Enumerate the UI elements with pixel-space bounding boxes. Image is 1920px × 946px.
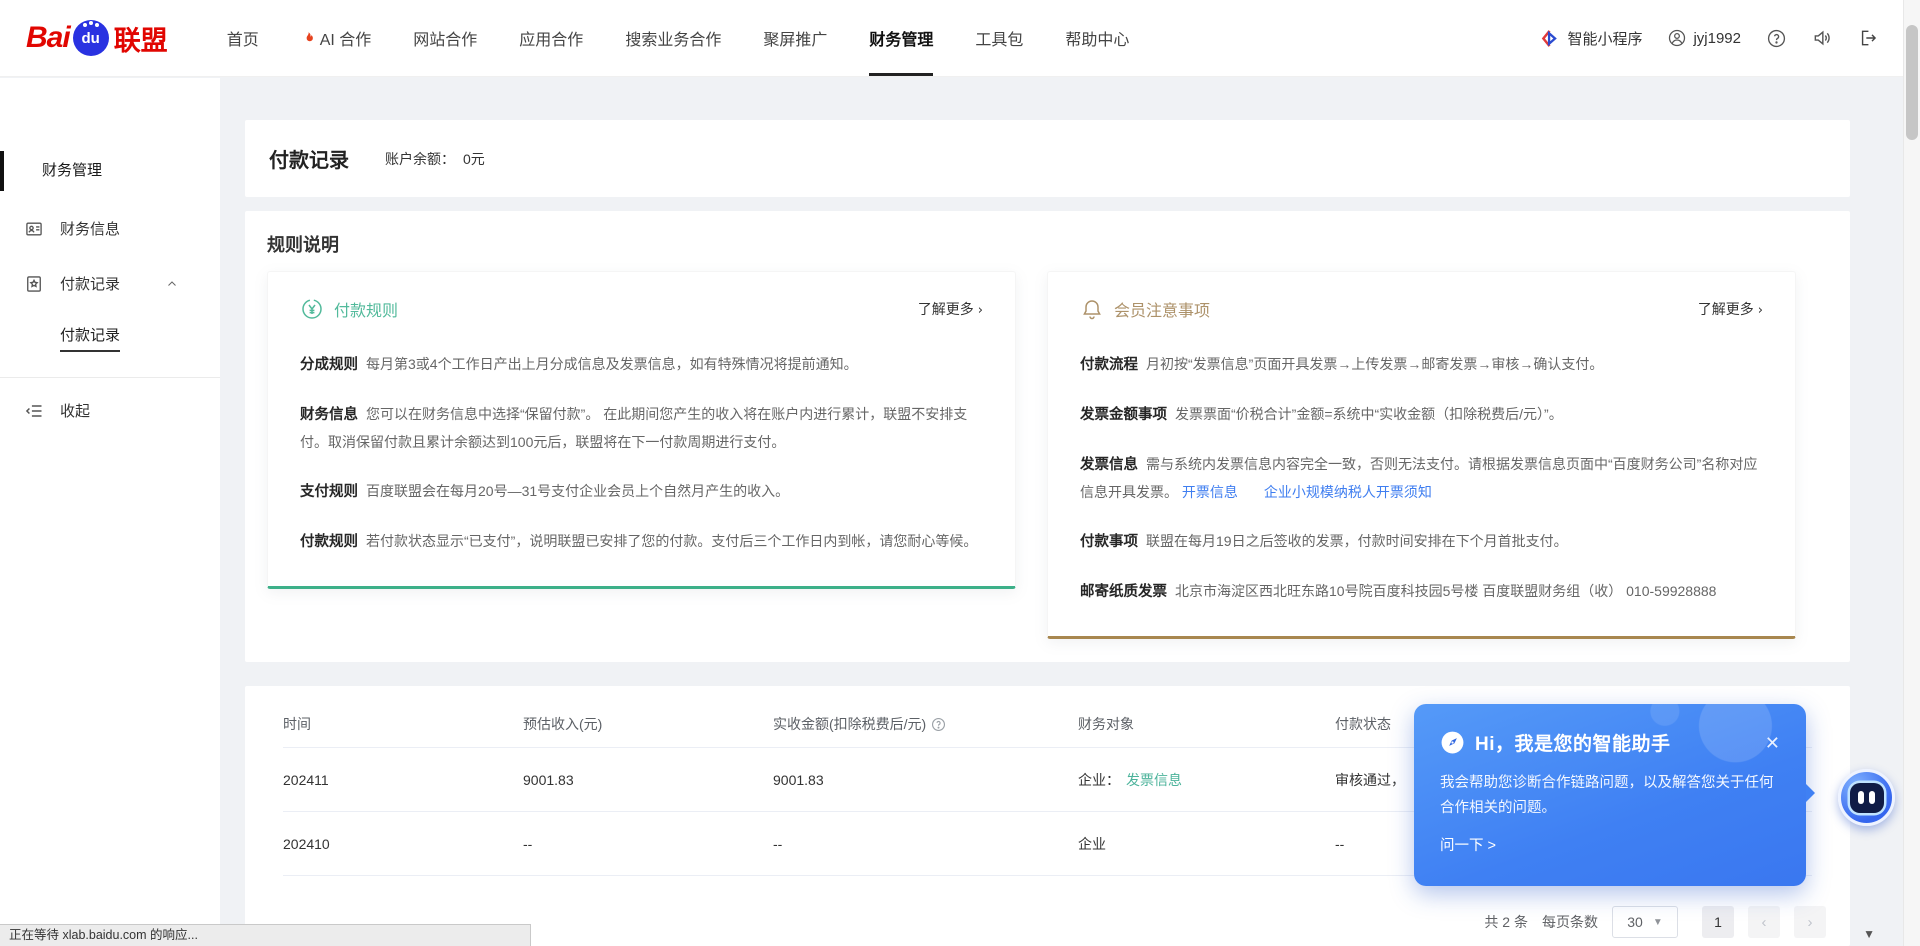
page-number-1[interactable]: 1 [1702,906,1734,938]
baidu-paw-icon: du [73,20,109,56]
user-account[interactable]: jyj1992 [1668,29,1741,47]
cell-actual: 9001.83 [773,772,1078,788]
sidebar: 财务管理 财务信息 付款记录 付款记录 [0,78,220,946]
col-time: 时间 [283,714,523,734]
nav-screen-promotion[interactable]: 聚屏推广 [742,0,848,76]
page-scrollbar[interactable] [1903,0,1920,946]
page-title-card: 付款记录 账户余额： 0元 [245,120,1850,197]
pagination: 共 2 条 每页条数 30 ▼ 1 ‹ › [1484,906,1826,938]
balance-label: 账户余额： [385,151,455,167]
invoice-info-table-link[interactable]: 发票信息 [1126,772,1182,788]
sidebar-collapse-button[interactable]: 收起 [0,400,220,421]
cell-finance-object: 企业 [1078,834,1335,854]
rule-item: 付款流程月初按“发票信息”页面开具发票→上传发票→邮寄发票→审核→确认支付。 [1080,351,1763,379]
payment-rules-card: 付款规则 了解更多› 分成规则每月第3或4个工作日产出上月分成信息及发票信息，如… [267,271,1016,589]
question-circle-icon[interactable] [931,717,946,732]
nav-finance-management[interactable]: 财务管理 [848,0,954,76]
nav-search-cooperation[interactable]: 搜索业务合作 [604,0,742,76]
assistant-title: Hi，我是您的智能助手 [1475,729,1671,756]
announcement-sound-icon[interactable] [1812,28,1832,48]
chevron-down-icon: ▼ [1653,917,1663,928]
next-page-button[interactable]: › [1794,906,1826,938]
cell-time: 202410 [283,836,523,852]
miniprogram-diamond-icon [1541,29,1560,48]
logo-text-union: 联盟 [114,19,168,58]
scroll-down-arrow-icon[interactable]: ▼ [1863,927,1875,941]
assistant-robot-avatar[interactable] [1838,769,1895,826]
header-right-cluster: 智能小程序 jyj1992 [1541,28,1878,49]
close-icon[interactable]: ✕ [1765,734,1780,752]
cell-actual: -- [773,836,1078,852]
menu-fold-icon [24,401,44,421]
sidebar-subitem-payment-records-active[interactable]: 付款记录 [0,324,220,345]
rule-card-title: 付款规则 [334,297,398,321]
user-icon [1668,29,1686,47]
nav-help-center[interactable]: 帮助中心 [1044,0,1150,76]
cell-finance-object: 企业：发票信息 [1078,770,1335,790]
smart-assistant-popup: Hi，我是您的智能助手 ✕ 我会帮助您诊断合作链路问题，以及解答您关于任何合作相… [1414,704,1806,886]
baidu-union-logo[interactable]: Bai du 联盟 [26,19,168,58]
account-balance: 账户余额： 0元 [385,149,485,169]
chevron-up-icon [166,278,178,290]
smart-miniprogram-link[interactable]: 智能小程序 [1541,28,1642,49]
rule-card-title: 会员注意事项 [1114,297,1210,321]
logo-text-bai: Bai [26,21,70,55]
rule-item: 付款事项联盟在每月19日之后签收的发票，付款时间安排在下个月首批支付。 [1080,528,1763,556]
assistant-message: 我会帮助您诊断合作链路问题，以及解答您关于任何合作相关的问题。 [1414,756,1806,821]
small-taxpayer-notice-link[interactable]: 企业小规模纳税人开票须知 [1264,484,1432,500]
cell-estimated: -- [523,836,773,852]
payment-records-badge-icon [24,274,44,294]
col-actual-amount: 实收金额(扣除税费后/元) [773,714,1078,734]
balance-value: 0元 [463,151,485,167]
rules-card: 规则说明 付款规则 了解更多› 分成规则每月第3或4个工 [245,211,1850,662]
sidebar-item-payment-records[interactable]: 付款记录 [0,273,220,294]
nav-home[interactable]: 首页 [206,0,280,76]
rule-item: 发票金额事项发票票面“价税合计”金额=系统中“实收金额（扣除税费后/元）”。 [1080,401,1763,429]
baidu-union-finance-page: Bai du 联盟 首页 AI 合作 网站合作 应用合作 搜索业务合作 聚屏推广… [0,0,1920,946]
logout-icon[interactable] [1858,28,1878,48]
cell-estimated: 9001.83 [523,772,773,788]
col-finance-object: 财务对象 [1078,714,1335,734]
total-count: 共 2 条 [1484,912,1528,932]
per-page-select[interactable]: 30 ▼ [1612,906,1678,938]
active-section-indicator [0,151,4,191]
col-estimated-income: 预估收入(元) [523,714,773,734]
compass-icon [1440,730,1465,755]
nav-website-cooperation[interactable]: 网站合作 [392,0,498,76]
sidebar-item-finance-info[interactable]: 财务信息 [0,218,220,239]
per-page-label: 每页条数 [1542,912,1598,932]
scrollbar-thumb[interactable] [1906,25,1918,140]
sidebar-divider [0,377,220,378]
sidebar-section-finance-management[interactable]: 财务管理 [0,158,220,184]
finance-info-card-icon [24,219,44,239]
prev-page-button[interactable]: ‹ [1748,906,1780,938]
rule-item: 邮寄纸质发票北京市海淀区西北旺东路10号院百度科技园5号楼 百度联盟财务组（收）… [1080,578,1763,606]
rule-cards-row: 付款规则 了解更多› 分成规则每月第3或4个工作日产出上月分成信息及发票信息，如… [267,271,1796,639]
main-nav: 首页 AI 合作 网站合作 应用合作 搜索业务合作 聚屏推广 财务管理 工具包 … [206,0,1151,76]
rule-item: 支付规则百度联盟会在每月20号—31号支付企业会员上个自然月产生的收入。 [300,478,983,506]
rule-item: 财务信息您可以在财务信息中选择“保留付款”。 在此期间您产生的收入将在账户内进行… [300,401,983,456]
flame-icon [301,30,316,47]
rule-item: 发票信息需与系统内发票信息内容完全一致，否则无法支付。请根据发票信息页面中“百度… [1080,451,1763,506]
coin-yen-icon [300,297,324,321]
nav-app-cooperation[interactable]: 应用合作 [498,0,604,76]
page-title: 付款记录 [269,144,349,173]
payment-rules-more-link[interactable]: 了解更多› [918,299,983,319]
rules-heading: 规则说明 [267,231,1796,257]
ask-assistant-link[interactable]: 问一下 > [1414,821,1806,855]
top-navigation-bar: Bai du 联盟 首页 AI 合作 网站合作 应用合作 搜索业务合作 聚屏推广… [0,0,1920,77]
help-icon[interactable] [1767,29,1786,48]
browser-status-bar: 正在等待 xlab.baidu.com 的响应... [0,924,531,946]
rule-item: 分成规则每月第3或4个工作日产出上月分成信息及发票信息，如有特殊情况将提前通知。 [300,351,983,379]
nav-toolkit[interactable]: 工具包 [954,0,1044,76]
rule-item: 付款规则若付款状态显示“已支付”，说明联盟已安排了您的付款。支付后三个工作日内到… [300,528,983,556]
invoice-info-link[interactable]: 开票信息 [1182,484,1238,500]
member-notes-more-link[interactable]: 了解更多› [1698,299,1763,319]
bell-icon [1080,297,1104,321]
cell-time: 202411 [283,772,523,788]
nav-ai-cooperation[interactable]: AI 合作 [280,0,393,76]
robot-face [1850,783,1884,813]
member-notes-card: 会员注意事项 了解更多› 付款流程月初按“发票信息”页面开具发票→上传发票→邮寄… [1047,271,1796,639]
